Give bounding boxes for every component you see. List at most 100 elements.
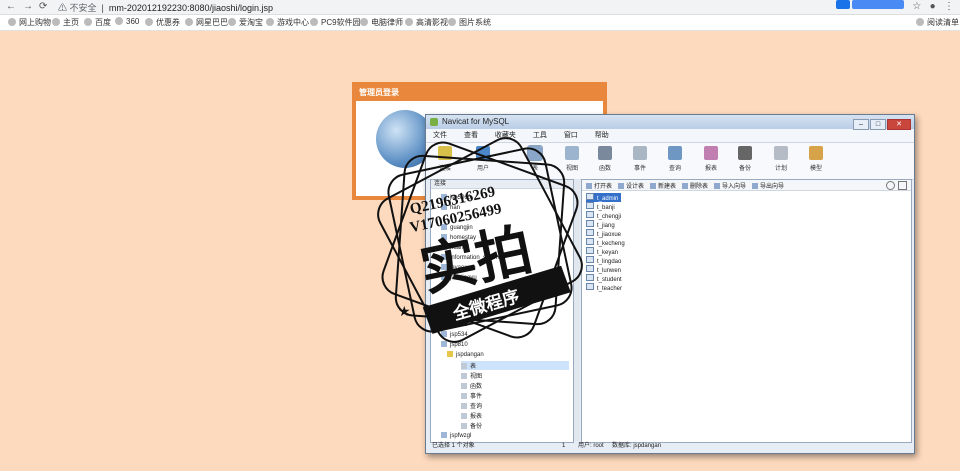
toolbar-report[interactable]: 报表 — [696, 146, 726, 172]
view-mode-icon[interactable] — [898, 181, 907, 190]
profile-menu-icons[interactable]: ☆ ● ⋮ — [912, 1, 954, 12]
tree-node-backups[interactable]: 备份 — [461, 421, 482, 430]
new-table-button[interactable]: 新建表 — [650, 181, 676, 190]
model-icon — [809, 146, 823, 160]
tree-node-events[interactable]: 事件 — [461, 391, 482, 400]
table-item[interactable]: t_student — [586, 274, 628, 283]
tree-node-db-open[interactable]: jspdangan — [447, 351, 484, 358]
backup-icon — [738, 146, 752, 160]
close-icon[interactable]: ✕ — [887, 119, 911, 130]
report-folder-icon — [461, 413, 467, 419]
navicat-title: Navicat for MySQL — [442, 117, 510, 126]
maximize-icon[interactable]: □ — [870, 119, 886, 130]
bookmark-icon — [52, 18, 60, 26]
reload-icon[interactable]: ⟳ — [39, 1, 47, 12]
search-icon[interactable] — [886, 181, 895, 190]
bookmark-item[interactable]: PC9软件园 — [310, 17, 361, 28]
table-item[interactable]: t_banji — [586, 202, 628, 211]
navicat-titlebar[interactable]: Navicat for MySQL – □ ✕ — [426, 115, 914, 131]
bookmark-item[interactable]: 网星巴巴 — [185, 17, 228, 28]
tree-node-db[interactable]: jspfwzgl — [441, 432, 471, 439]
star-icon: ★ — [550, 273, 563, 289]
schedule-icon — [774, 146, 788, 160]
bookmark-icon — [266, 18, 274, 26]
browser-toolbar: ← → ⟳ ⚠ 不安全 | mm-202012192230:8080/jiaos… — [0, 0, 960, 15]
toolbar-function[interactable]: 函数 — [590, 146, 620, 172]
toolbar-schedule[interactable]: 计划 — [766, 146, 796, 172]
export-icon — [752, 183, 758, 189]
design-table-button[interactable]: 设计表 — [618, 181, 644, 190]
import-icon — [714, 183, 720, 189]
table-item[interactable]: t_lingdao — [586, 256, 628, 265]
toolbar-query[interactable]: 查询 — [660, 146, 690, 172]
status-selection: 已选择 1 个对象 — [432, 443, 475, 449]
toolbar-backup[interactable]: 备份 — [730, 146, 760, 172]
bookmark-icon — [8, 18, 16, 26]
design-table-icon — [618, 183, 624, 189]
bookmark-icon — [310, 18, 318, 26]
event-icon — [633, 146, 647, 160]
extension-button[interactable] — [836, 0, 904, 9]
object-pane: 打开表 设计表 新建表 删除表 导入向导 导出向导 t_admin t_banj… — [581, 179, 912, 443]
url-text: mm-202012192230:8080/jiaoshi/login.jsp — [108, 3, 274, 13]
event-folder-icon — [461, 393, 467, 399]
tree-node-queries[interactable]: 查询 — [461, 401, 482, 410]
table-item[interactable]: t_lunwen — [586, 265, 628, 274]
menu-help[interactable]: 帮助 — [595, 132, 609, 139]
login-title: 管理员登录 — [359, 88, 399, 97]
tree-node-reports[interactable]: 报表 — [461, 411, 482, 420]
table-list: t_admin t_banji t_chengji t_jiang t_jiao… — [586, 193, 628, 292]
query-folder-icon — [461, 403, 467, 409]
status-count: 1 — [562, 443, 566, 449]
bookmark-item[interactable]: 360 — [115, 17, 139, 26]
bookmark-icon — [405, 18, 413, 26]
table-item[interactable]: t_chengji — [586, 211, 628, 220]
import-wizard-button[interactable]: 导入向导 — [714, 181, 746, 190]
back-icon[interactable]: ← — [6, 1, 16, 12]
table-folder-icon — [461, 363, 467, 369]
bookmark-item[interactable]: 游戏中心 — [266, 17, 309, 28]
table-item[interactable]: t_teacher — [586, 283, 628, 292]
security-label: 不安全 — [69, 3, 97, 13]
table-item[interactable]: t_kecheng — [586, 238, 628, 247]
table-item[interactable]: t_keyan — [586, 247, 628, 256]
toolbar-model[interactable]: 模型 — [801, 146, 831, 172]
bookmark-item[interactable]: 百度 — [84, 17, 111, 28]
bookmark-item[interactable]: 主页 — [52, 17, 79, 28]
toolbar-event[interactable]: 事件 — [625, 146, 655, 172]
tree-node-views[interactable]: 视图 — [461, 371, 482, 380]
view-folder-icon — [461, 373, 467, 379]
status-database: 数据库: jspdangan — [612, 443, 662, 449]
backup-folder-icon — [461, 423, 467, 429]
bookmark-item[interactable]: 电脑律师 — [360, 17, 403, 28]
address-bar[interactable]: ⚠ 不安全 | mm-202012192230:8080/jiaoshi/log… — [58, 1, 273, 14]
database-open-icon — [447, 351, 453, 357]
status-user: 用户: root — [578, 443, 604, 449]
tree-node-tables[interactable]: 表 — [461, 361, 569, 370]
table-item[interactable]: t_jiaoxue — [586, 229, 628, 238]
bookmark-item[interactable]: 图片系统 — [448, 17, 491, 28]
bookmark-icon — [145, 18, 153, 26]
export-wizard-button[interactable]: 导出向导 — [752, 181, 784, 190]
new-table-icon — [650, 183, 656, 189]
window-controls: – □ ✕ — [852, 117, 911, 131]
bookmark-item[interactable]: 网上购物 — [8, 17, 51, 28]
function-icon — [598, 146, 612, 160]
tree-node-functions[interactable]: 函数 — [461, 381, 482, 390]
bookmark-icon — [84, 18, 92, 26]
bookmark-item[interactable]: 高清影视 — [405, 17, 448, 28]
bookmark-icon — [185, 18, 193, 26]
table-item-selected[interactable]: t_admin — [586, 193, 622, 202]
delete-table-button[interactable]: 删除表 — [682, 181, 708, 190]
minimize-icon[interactable]: – — [853, 119, 869, 130]
reading-list[interactable]: 阅读清单 — [916, 17, 959, 28]
forward-icon[interactable]: → — [23, 1, 33, 12]
bookmark-item[interactable]: 优惠券 — [145, 17, 180, 28]
warning-icon: ⚠ — [58, 3, 68, 13]
bookmark-item[interactable]: 爱淘宝 — [228, 17, 263, 28]
status-bar: 已选择 1 个对象 1 用户: root 数据库: jspdangan — [430, 442, 910, 451]
table-item[interactable]: t_jiang — [586, 220, 628, 229]
function-folder-icon — [461, 383, 467, 389]
bookmark-icon — [448, 18, 456, 26]
bookmark-icon — [115, 17, 123, 25]
